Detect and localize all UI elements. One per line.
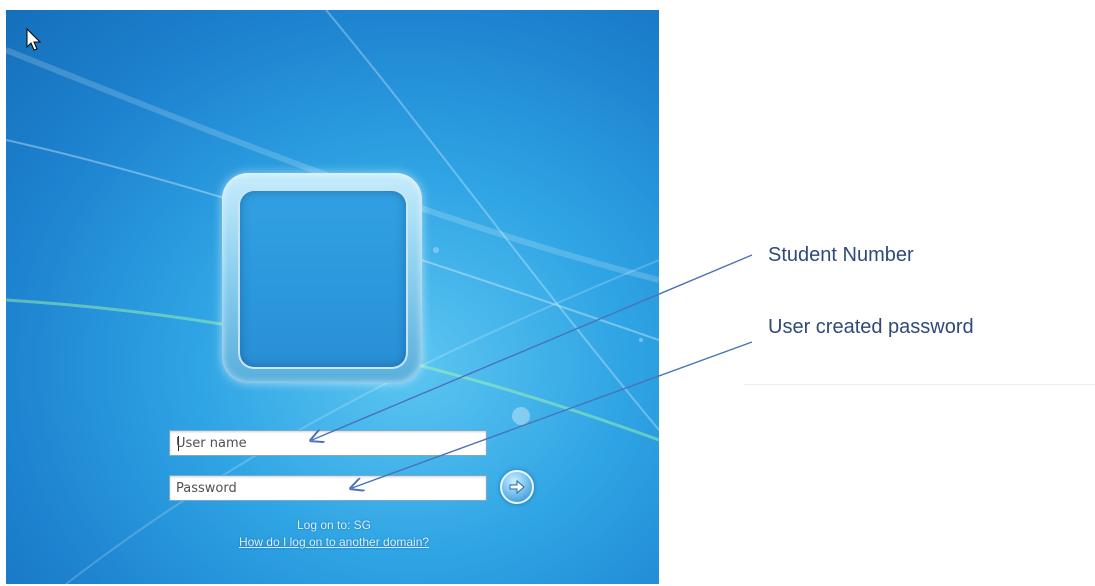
user-password-annotation: User created password — [768, 316, 974, 338]
user-picture-frame — [222, 173, 422, 383]
submit-login-button[interactable] — [500, 470, 534, 504]
user-picture-placeholder — [238, 189, 408, 369]
username-placeholder: User name — [176, 436, 247, 451]
password-input[interactable]: Password — [169, 475, 487, 501]
login-screen: User name Password Log on to: SG How do … — [6, 10, 659, 584]
divider — [744, 384, 1095, 385]
mouse-pointer-icon — [26, 28, 42, 51]
arrow-right-icon — [509, 479, 525, 495]
logon-domain-text: Log on to: SG — [296, 518, 372, 532]
student-number-annotation: Student Number — [768, 244, 914, 266]
another-domain-link[interactable]: How do I log on to another domain? — [169, 535, 499, 549]
username-input[interactable]: User name — [169, 430, 487, 456]
password-placeholder: Password — [176, 481, 237, 496]
